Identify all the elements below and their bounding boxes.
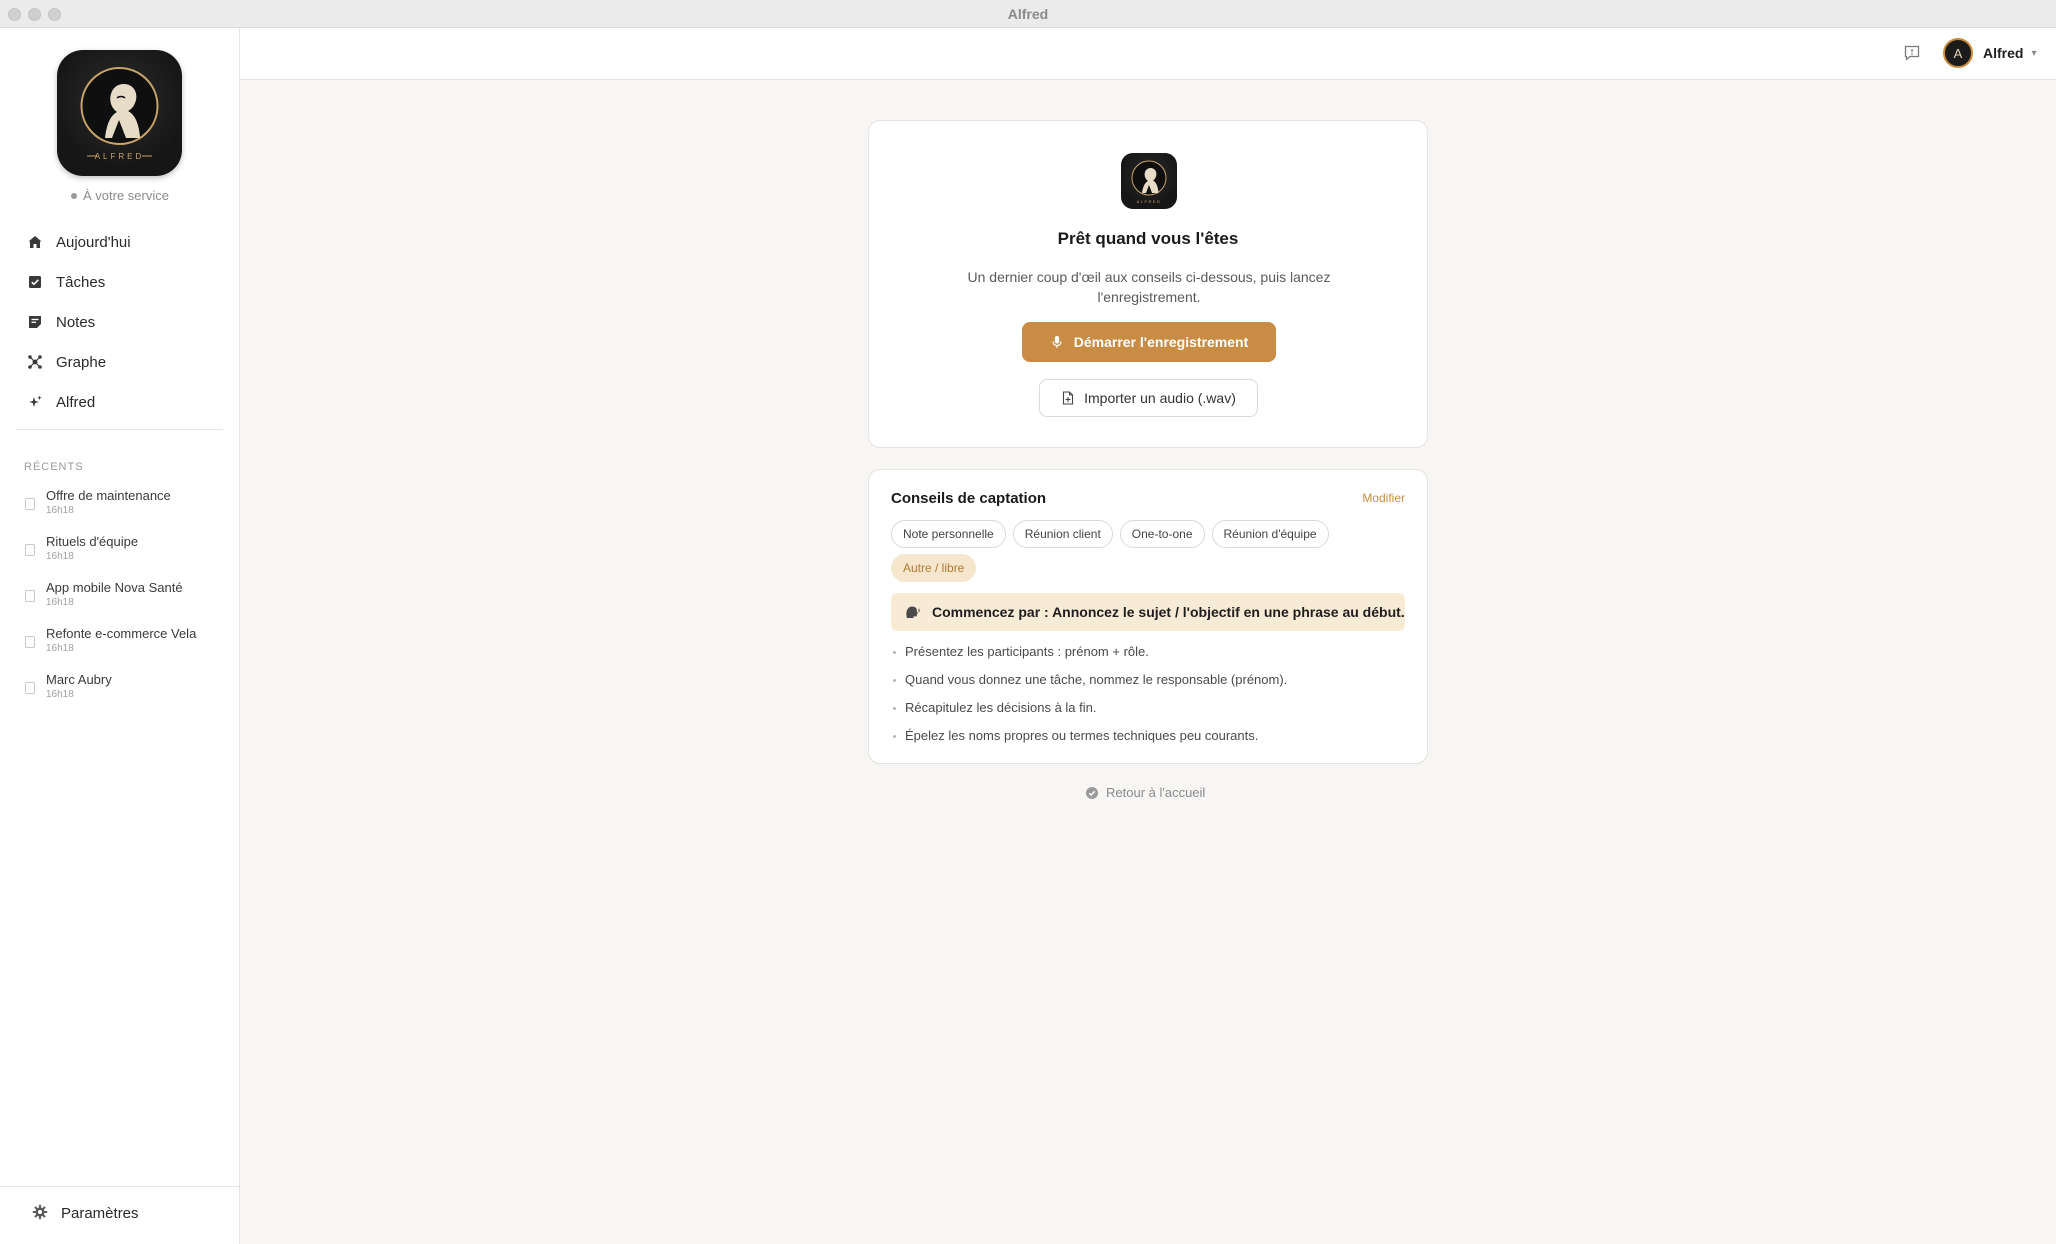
user-menu[interactable]: A Alfred ▾ xyxy=(1943,38,2036,68)
document-icon xyxy=(25,636,35,648)
tips-list: Présentez les participants : prénom + rô… xyxy=(891,642,1411,754)
document-icon xyxy=(25,590,35,602)
start-tip-banner: Commencez par : Annoncez le sujet / l'ob… xyxy=(891,593,1405,631)
sidebar: ALFRED À votre service Aujourd'hui Tâche… xyxy=(0,28,240,1244)
meeting-type-chips: Note personnelle Réunion client One-to-o… xyxy=(891,520,1411,582)
edit-tips-link[interactable]: Modifier xyxy=(1362,491,1405,505)
chip-team-meeting[interactable]: Réunion d'équipe xyxy=(1211,520,1329,548)
sparkle-icon xyxy=(26,393,44,411)
app-logo: ALFRED xyxy=(57,50,182,176)
assistant-status: À votre service xyxy=(0,188,240,203)
nav-item-tasks-label: Tâches xyxy=(56,273,106,291)
start-recording-label: Démarrer l'enregistrement xyxy=(1073,334,1249,350)
nav-item-tasks[interactable]: Tâches xyxy=(16,262,226,302)
recent-item-title: Rituels d'équipe xyxy=(46,534,139,549)
file-import-icon xyxy=(1061,391,1075,405)
recent-item[interactable]: Rituels d'équipe 16h18 xyxy=(16,532,226,578)
tip-item: Présentez les participants : prénom + rô… xyxy=(891,642,1411,670)
recent-item-title: Offre de maintenance xyxy=(46,488,171,503)
app-logo-small-wordmark: ALFRED xyxy=(1137,199,1162,204)
recent-item[interactable]: Marc Aubry 16h18 xyxy=(16,670,226,716)
note-icon xyxy=(26,313,44,331)
chip-other[interactable]: Autre / libre xyxy=(891,554,977,582)
window-titlebar: Alfred xyxy=(0,0,2056,28)
capture-tips-card: Conseils de captation Modifier Note pers… xyxy=(868,469,1428,764)
nav-item-graph-label: Graphe xyxy=(56,353,107,371)
back-home-link[interactable]: Retour à l'accueil xyxy=(1085,785,1205,800)
import-audio-button[interactable]: Importer un audio (.wav) xyxy=(1039,379,1258,417)
graph-icon xyxy=(26,353,44,371)
nav-item-today-label: Aujourd'hui xyxy=(56,233,131,251)
checkbox-icon xyxy=(26,273,44,291)
tip-item: Récapitulez les décisions à la fin. xyxy=(891,698,1411,726)
recent-item-time: 16h18 xyxy=(46,597,74,608)
chip-client-meeting[interactable]: Réunion client xyxy=(1012,520,1113,548)
gear-icon xyxy=(32,1204,50,1222)
nav-item-alfred-label: Alfred xyxy=(56,393,96,411)
nav-item-today[interactable]: Aujourd'hui xyxy=(16,222,226,262)
recent-item-title: Marc Aubry xyxy=(46,672,112,687)
user-name: Alfred xyxy=(1983,45,2024,61)
recents-heading: RÉCENTS xyxy=(24,461,84,473)
capture-tips-title: Conseils de captation xyxy=(891,490,1047,507)
avatar: A xyxy=(1943,38,1973,68)
recent-item[interactable]: Refonte e-commerce Vela 16h18 xyxy=(16,624,226,670)
microphone-icon xyxy=(1050,335,1064,349)
tip-item: Épelez les noms propres ou termes techni… xyxy=(891,726,1411,754)
start-recording-button[interactable]: Démarrer l'enregistrement xyxy=(1022,322,1276,362)
app-logo-small: ALFRED xyxy=(1121,153,1177,209)
settings-label: Paramètres xyxy=(61,1204,139,1222)
check-circle-icon xyxy=(1085,786,1099,800)
recent-item-title: Refonte e-commerce Vela xyxy=(46,626,197,641)
chip-personal-note[interactable]: Note personnelle xyxy=(891,520,1006,548)
assistant-status-text: À votre service xyxy=(83,188,169,203)
chevron-down-icon: ▾ xyxy=(2031,47,2037,59)
recents-list: Offre de maintenance 16h18 Rituels d'équ… xyxy=(16,486,226,716)
window-title: Alfred xyxy=(1007,6,1049,22)
recent-item-time: 16h18 xyxy=(46,643,74,654)
ready-card: ALFRED Prêt quand vous l'êtes Un dernier… xyxy=(868,120,1428,448)
recent-item-title: App mobile Nova Santé xyxy=(46,580,183,595)
main-nav: Aujourd'hui Tâches Notes Graphe Alfred xyxy=(16,222,226,422)
nav-item-alfred[interactable]: Alfred xyxy=(16,382,226,422)
document-icon xyxy=(25,682,35,694)
app-logo-wordmark: ALFRED xyxy=(95,152,145,161)
recent-item-time: 16h18 xyxy=(46,689,74,700)
top-bar: A Alfred ▾ xyxy=(240,28,2056,80)
recent-item[interactable]: App mobile Nova Santé 16h18 xyxy=(16,578,226,624)
nav-item-notes[interactable]: Notes xyxy=(16,302,226,342)
settings-button[interactable]: Paramètres xyxy=(32,1204,139,1222)
chip-one-to-one[interactable]: One-to-one xyxy=(1119,520,1205,548)
tip-item: Quand vous donnez une tâche, nommez le r… xyxy=(891,670,1411,698)
import-audio-label: Importer un audio (.wav) xyxy=(1084,390,1236,406)
ready-title: Prêt quand vous l'êtes xyxy=(1057,229,1239,248)
home-icon xyxy=(26,233,44,251)
sidebar-divider xyxy=(16,429,223,430)
document-icon xyxy=(25,498,35,510)
speaking-head-icon xyxy=(904,603,922,621)
ready-description: Un dernier coup d'œil aux conseils ci-de… xyxy=(967,269,1331,305)
nav-item-graph[interactable]: Graphe xyxy=(16,342,226,382)
back-home-label: Retour à l'accueil xyxy=(1106,785,1206,800)
status-dot-icon xyxy=(71,192,77,199)
start-tip-text: Commencez par : Annoncez le sujet / l'ob… xyxy=(932,604,1405,620)
recent-item[interactable]: Offre de maintenance 16h18 xyxy=(16,486,226,532)
recent-item-time: 16h18 xyxy=(46,505,74,516)
feedback-icon xyxy=(1903,45,1921,66)
sidebar-bottom-divider xyxy=(0,1186,240,1187)
document-icon xyxy=(25,544,35,556)
recent-item-time: 16h18 xyxy=(46,551,74,562)
nav-item-notes-label: Notes xyxy=(56,313,96,331)
feedback-button[interactable] xyxy=(1903,44,1923,64)
